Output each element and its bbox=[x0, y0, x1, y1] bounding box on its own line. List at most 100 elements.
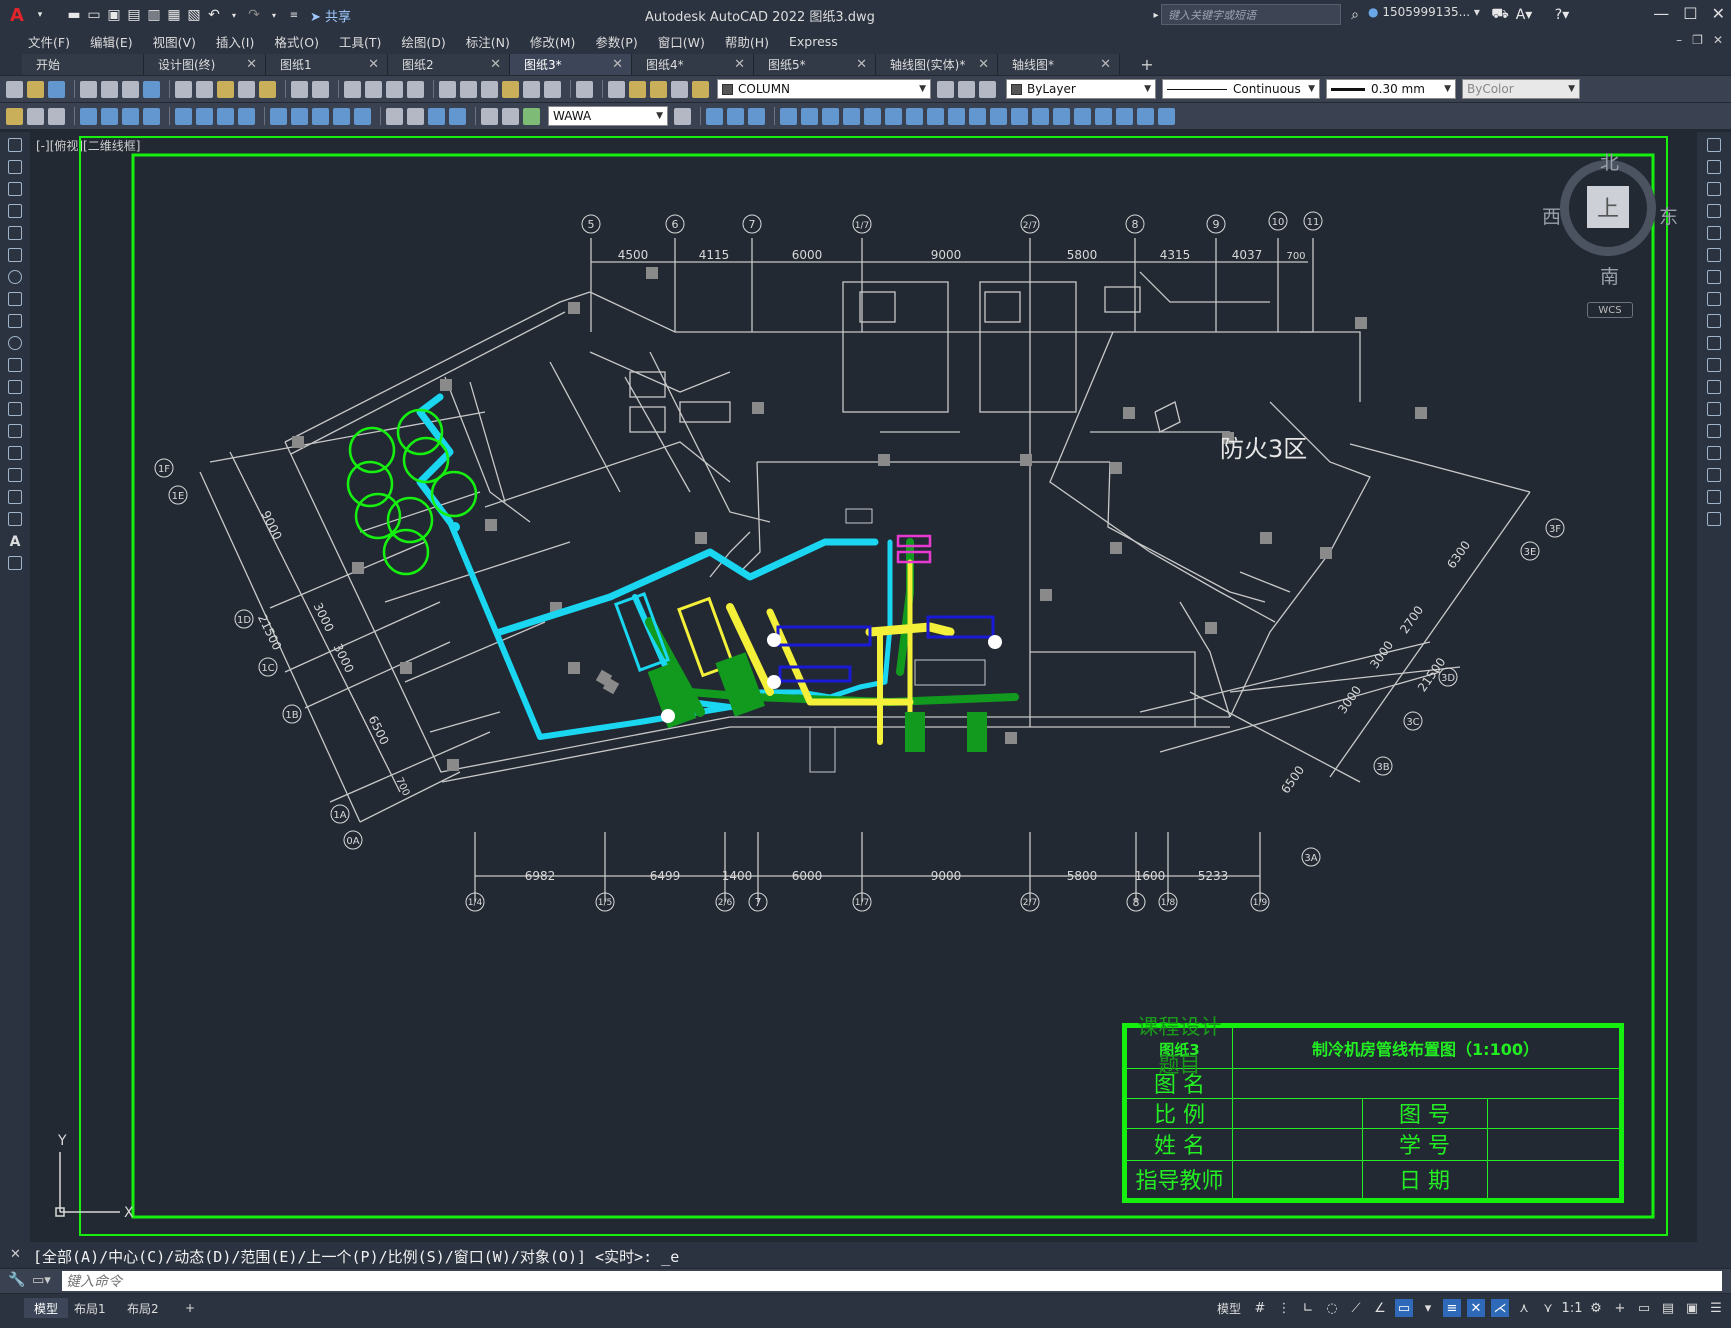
check-icon[interactable] bbox=[1074, 107, 1091, 125]
redo-icon[interactable] bbox=[312, 80, 329, 98]
color-edges-icon[interactable] bbox=[969, 107, 986, 125]
menu-file[interactable]: 文件(F) bbox=[18, 32, 80, 51]
layer-previous-icon[interactable] bbox=[958, 80, 975, 98]
slice-icon[interactable] bbox=[1116, 107, 1133, 125]
quick-properties-icon[interactable]: ▤ bbox=[1659, 1299, 1677, 1317]
properties-icon[interactable] bbox=[439, 80, 456, 98]
polyline-icon[interactable] bbox=[8, 182, 22, 196]
mtext-icon[interactable]: A bbox=[8, 534, 22, 550]
pan-icon[interactable] bbox=[344, 80, 361, 98]
help-icon[interactable]: ?▾ bbox=[1552, 4, 1572, 26]
tab-close-icon[interactable]: ✕ bbox=[978, 57, 989, 72]
blend-curves-icon[interactable] bbox=[1707, 490, 1721, 504]
viewcube[interactable]: 上 北 南 西 东 WCS bbox=[1542, 140, 1678, 318]
continue-dim-icon[interactable] bbox=[312, 107, 329, 125]
doc-close-icon[interactable]: ✕ bbox=[1713, 33, 1723, 47]
layer-viewport-icon[interactable] bbox=[671, 80, 688, 98]
dim-space-icon[interactable] bbox=[333, 107, 350, 125]
tab-sheet5[interactable]: 图纸5* ✕ bbox=[754, 54, 876, 75]
open-web-icon[interactable]: ▥ bbox=[144, 4, 164, 26]
tab-close-icon[interactable]: ✕ bbox=[734, 57, 745, 72]
compass-west[interactable]: 西 bbox=[1542, 202, 1561, 229]
zoom-previous-icon[interactable] bbox=[407, 80, 424, 98]
linear-dim-icon[interactable] bbox=[80, 107, 97, 125]
chamfer-icon[interactable] bbox=[1707, 446, 1721, 460]
menu-view[interactable]: 视图(V) bbox=[143, 32, 206, 51]
layout-tab-layout2[interactable]: 布局2 bbox=[117, 1298, 169, 1318]
design-center-icon[interactable] bbox=[460, 80, 477, 98]
menu-insert[interactable]: 插入(I) bbox=[206, 32, 264, 51]
layer-properties-icon[interactable] bbox=[608, 80, 625, 98]
quickcalc-icon[interactable] bbox=[544, 80, 561, 98]
units-icon[interactable]: ▭ bbox=[1635, 1299, 1653, 1317]
revision-cloud-icon[interactable] bbox=[8, 292, 22, 306]
erase-icon[interactable] bbox=[1707, 138, 1721, 152]
publish-icon[interactable] bbox=[122, 80, 139, 98]
snap-icon[interactable]: ⋮ bbox=[1275, 1299, 1293, 1317]
undo-icon[interactable] bbox=[291, 80, 308, 98]
close-icon[interactable]: ✕ bbox=[1712, 4, 1725, 23]
paste-icon[interactable] bbox=[217, 80, 234, 98]
menu-express[interactable]: Express bbox=[779, 34, 848, 49]
tab-axis[interactable]: 轴线图* ✕ bbox=[998, 54, 1120, 75]
tab-close-icon[interactable]: ✕ bbox=[612, 57, 623, 72]
save-web-icon[interactable]: ▦ bbox=[164, 4, 184, 26]
open-icon[interactable] bbox=[27, 80, 44, 98]
inspect-icon[interactable] bbox=[428, 107, 445, 125]
menu-parametric[interactable]: 参数(P) bbox=[585, 32, 647, 51]
print-icon[interactable] bbox=[80, 80, 97, 98]
undo-icon[interactable]: ↶ bbox=[204, 4, 224, 26]
spline-icon[interactable] bbox=[8, 314, 22, 328]
offset-icon[interactable] bbox=[1707, 204, 1721, 218]
baseline-dim-icon[interactable] bbox=[291, 107, 308, 125]
rotate-faces-icon[interactable] bbox=[864, 107, 881, 125]
tool-palettes-icon[interactable] bbox=[481, 80, 498, 98]
ellipse-arc-icon[interactable] bbox=[8, 358, 22, 372]
print-preview-icon[interactable] bbox=[101, 80, 118, 98]
separate-icon[interactable] bbox=[1032, 107, 1049, 125]
save-as-icon[interactable]: ▤ bbox=[124, 4, 144, 26]
plot-icon[interactable]: ▧ bbox=[184, 4, 204, 26]
stretch-icon[interactable] bbox=[1707, 314, 1721, 328]
minimize-icon[interactable]: — bbox=[1653, 4, 1669, 23]
user-account[interactable]: ● 1505999135... ▾ bbox=[1368, 5, 1480, 19]
intersect-icon[interactable] bbox=[748, 107, 765, 125]
annotation-scale[interactable]: 1:1 bbox=[1562, 1299, 1583, 1317]
dim-text-edit-icon[interactable] bbox=[502, 107, 519, 125]
tab-sheet2[interactable]: 图纸2 ✕ bbox=[388, 54, 510, 75]
copy-icon[interactable] bbox=[1707, 160, 1721, 174]
close-icon[interactable]: ✕ bbox=[10, 1247, 21, 1262]
selection-cycling-icon[interactable]: ⋌ bbox=[1491, 1299, 1509, 1317]
help-icon[interactable] bbox=[576, 80, 593, 98]
dim-style-manager-icon[interactable] bbox=[674, 107, 691, 125]
add-layout-icon[interactable]: + bbox=[175, 1298, 205, 1318]
tab-sheet4[interactable]: 图纸4* ✕ bbox=[632, 54, 754, 75]
copy-edges-icon[interactable] bbox=[948, 107, 965, 125]
compass-east[interactable]: 东 bbox=[1659, 202, 1678, 229]
tab-close-icon[interactable]: ✕ bbox=[246, 57, 257, 72]
dim-edit-icon[interactable] bbox=[481, 107, 498, 125]
new-file-icon[interactable]: ▬ bbox=[64, 4, 84, 26]
dynamic-input-icon[interactable]: ◌ bbox=[1323, 1299, 1341, 1317]
polar-tracking-icon[interactable]: ⟋ bbox=[1347, 1299, 1365, 1317]
maximize-icon[interactable]: ☐ bbox=[1683, 4, 1697, 23]
layout-tab-model[interactable]: 模型 bbox=[24, 1298, 69, 1318]
menu-modify[interactable]: 修改(M) bbox=[520, 32, 586, 51]
clean-screen-icon[interactable]: ▣ bbox=[1683, 1299, 1701, 1317]
taper-faces-icon[interactable] bbox=[885, 107, 902, 125]
quick-dim-icon[interactable] bbox=[270, 107, 287, 125]
radius-dim-icon[interactable] bbox=[175, 107, 192, 125]
menu-window[interactable]: 窗口(W) bbox=[648, 32, 715, 51]
menu-format[interactable]: 格式(O) bbox=[264, 32, 329, 51]
trim-icon[interactable] bbox=[1707, 336, 1721, 350]
move-faces-icon[interactable] bbox=[801, 107, 818, 125]
block-icon[interactable] bbox=[27, 107, 44, 125]
match-properties-icon[interactable] bbox=[238, 80, 255, 98]
region-icon[interactable] bbox=[8, 490, 22, 504]
save-icon[interactable] bbox=[48, 80, 65, 98]
gradient-icon[interactable] bbox=[8, 468, 22, 482]
aligned-dim-icon[interactable] bbox=[101, 107, 118, 125]
autocad-logo-icon[interactable]: A bbox=[4, 4, 30, 26]
break-icon[interactable] bbox=[1707, 402, 1721, 416]
ellipse-icon[interactable] bbox=[8, 336, 22, 350]
